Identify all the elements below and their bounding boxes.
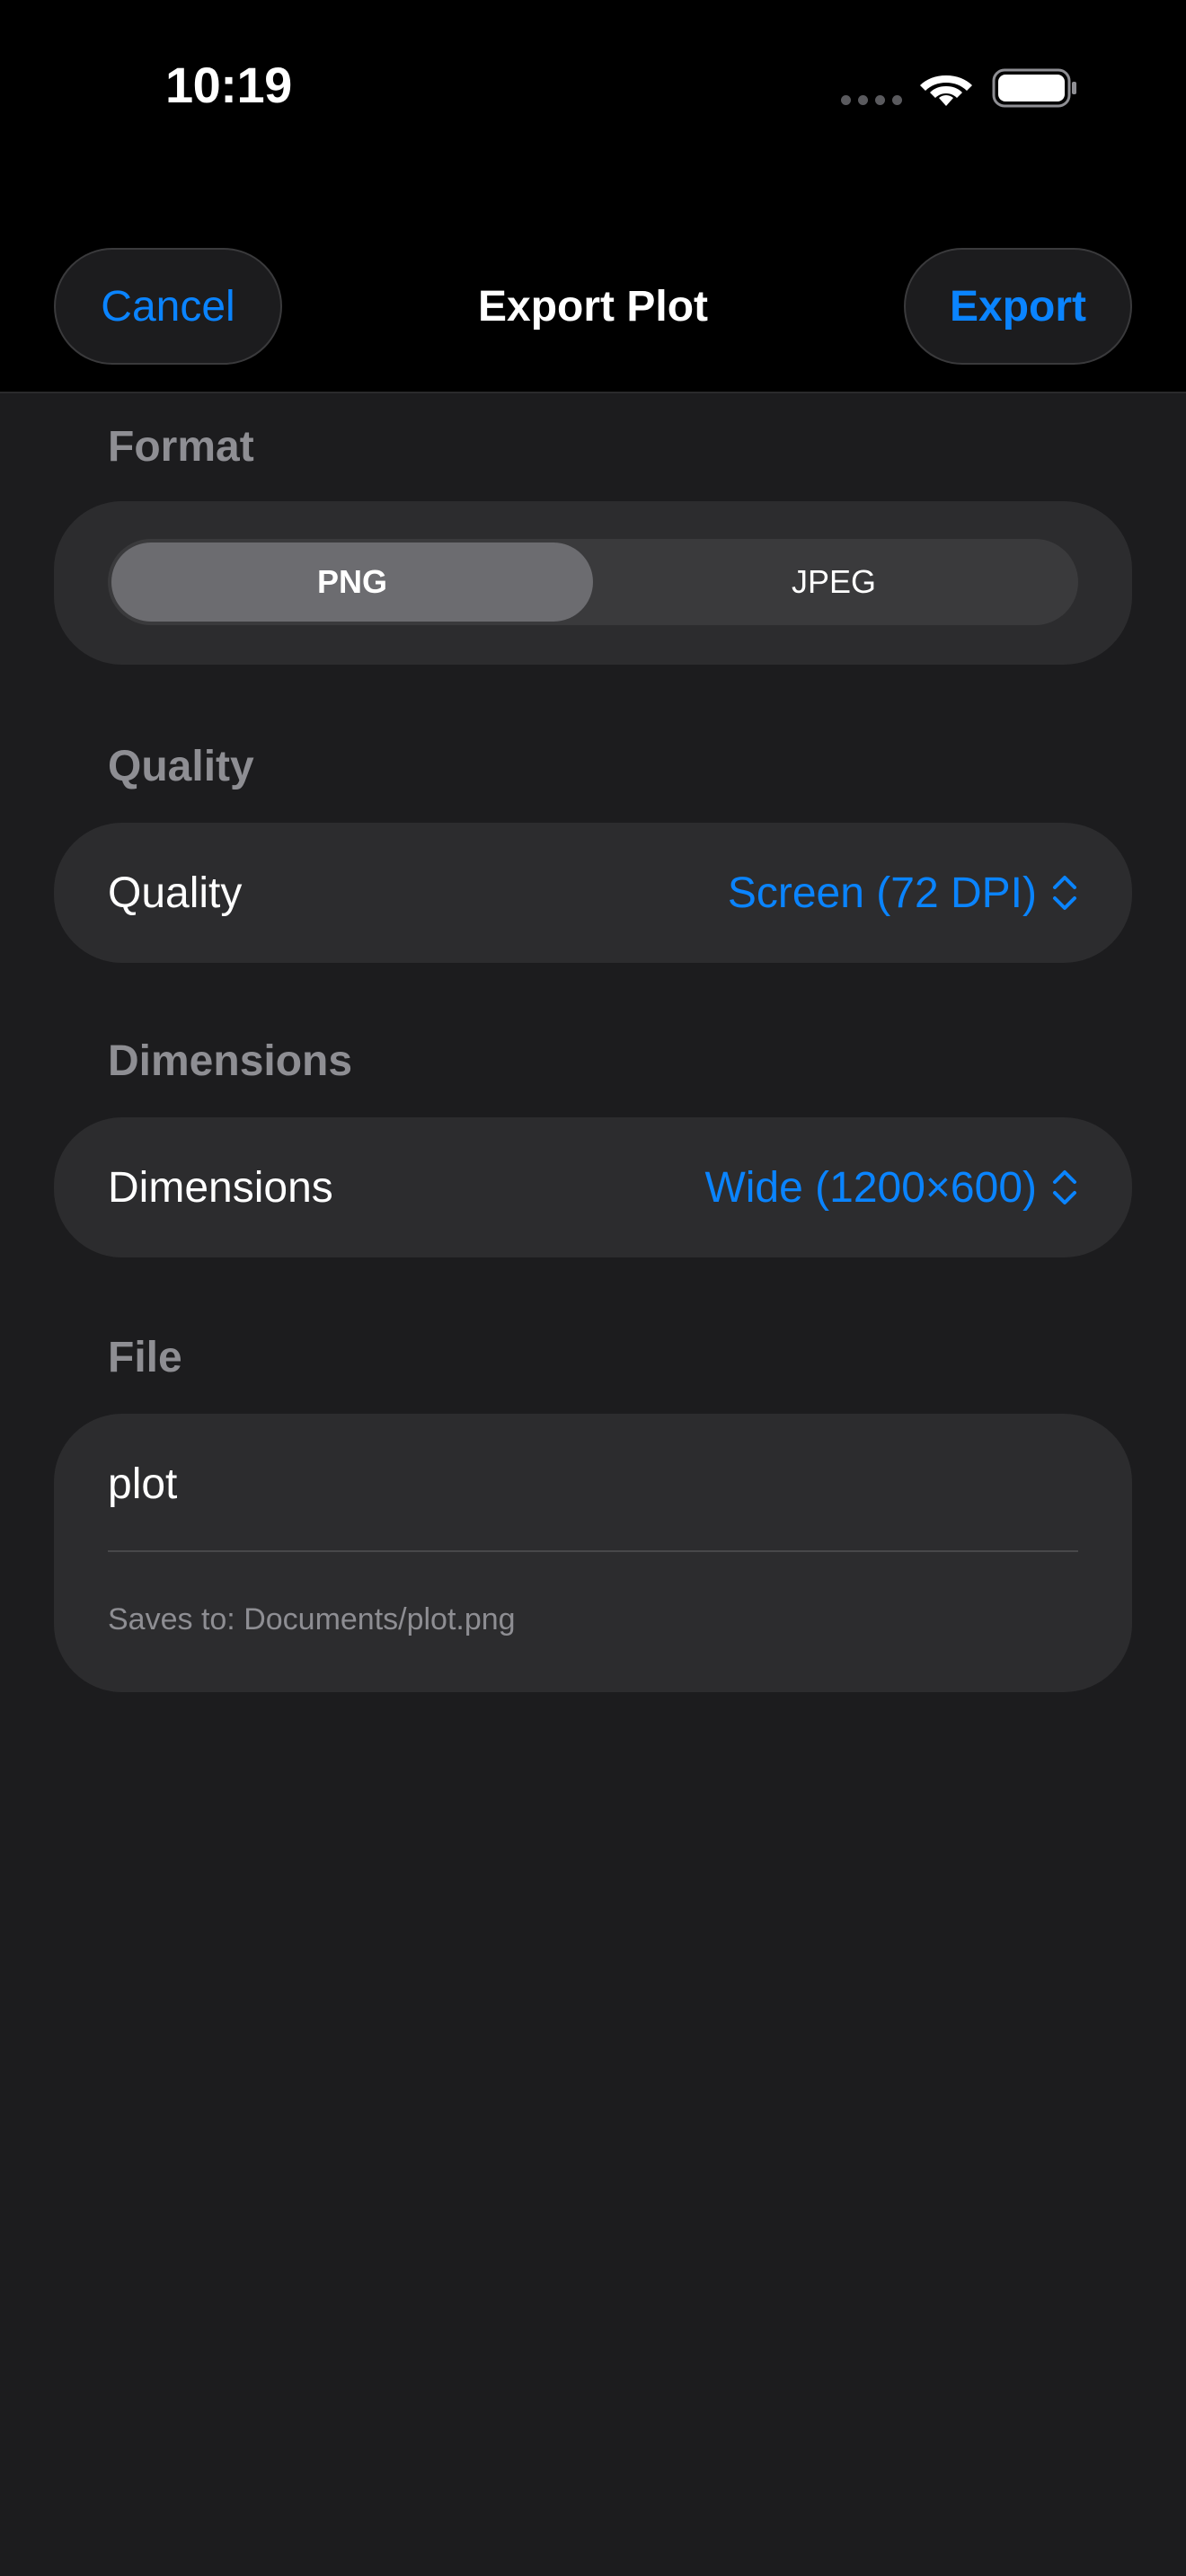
export-button[interactable]: Export xyxy=(904,248,1132,365)
cellular-signal-icon xyxy=(841,95,902,106)
dimensions-section-header: Dimensions xyxy=(108,1037,353,1085)
file-card: plot Saves to: Documents/plot.png xyxy=(54,1414,1132,1692)
wifi-icon xyxy=(920,75,972,106)
format-segmented-control: PNG JPEG xyxy=(108,539,1078,625)
quality-label: Quality xyxy=(108,869,243,917)
dimensions-card: Dimensions Wide (1200×600) xyxy=(54,1117,1132,1257)
export-plot-screen: 10:19 Cancel Export Plot Export Format P… xyxy=(0,0,1186,2576)
battery-icon xyxy=(992,68,1076,108)
dimensions-picker-row[interactable]: Dimensions Wide (1200×600) xyxy=(54,1117,1132,1257)
format-card: PNG JPEG xyxy=(54,501,1132,665)
chevron-up-down-icon xyxy=(1053,876,1076,910)
dimensions-value: Wide (1200×600) xyxy=(704,1163,1037,1212)
format-section-header: Format xyxy=(108,423,254,471)
status-time: 10:19 xyxy=(165,57,292,113)
filename-input[interactable]: plot xyxy=(108,1446,1078,1522)
file-section-header: File xyxy=(108,1334,182,1381)
quality-picker-row[interactable]: Quality Screen (72 DPI) xyxy=(54,823,1132,963)
quality-card: Quality Screen (72 DPI) xyxy=(54,823,1132,963)
navigation-area: 10:19 Cancel Export Plot Export xyxy=(0,0,1186,393)
chevron-up-down-icon xyxy=(1053,1170,1076,1204)
format-option-jpeg[interactable]: JPEG xyxy=(593,543,1075,622)
quality-picker[interactable]: Screen (72 DPI) xyxy=(728,869,1078,918)
quality-value: Screen (72 DPI) xyxy=(727,869,1037,917)
cancel-button[interactable]: Cancel xyxy=(54,248,282,365)
quality-section-header: Quality xyxy=(108,743,254,790)
dimensions-picker[interactable]: Wide (1200×600) xyxy=(704,1163,1078,1213)
format-option-png[interactable]: PNG xyxy=(111,543,593,622)
save-path-text: Saves to: Documents/plot.png xyxy=(108,1602,516,1636)
dimensions-label: Dimensions xyxy=(108,1163,333,1212)
divider xyxy=(108,1550,1078,1552)
